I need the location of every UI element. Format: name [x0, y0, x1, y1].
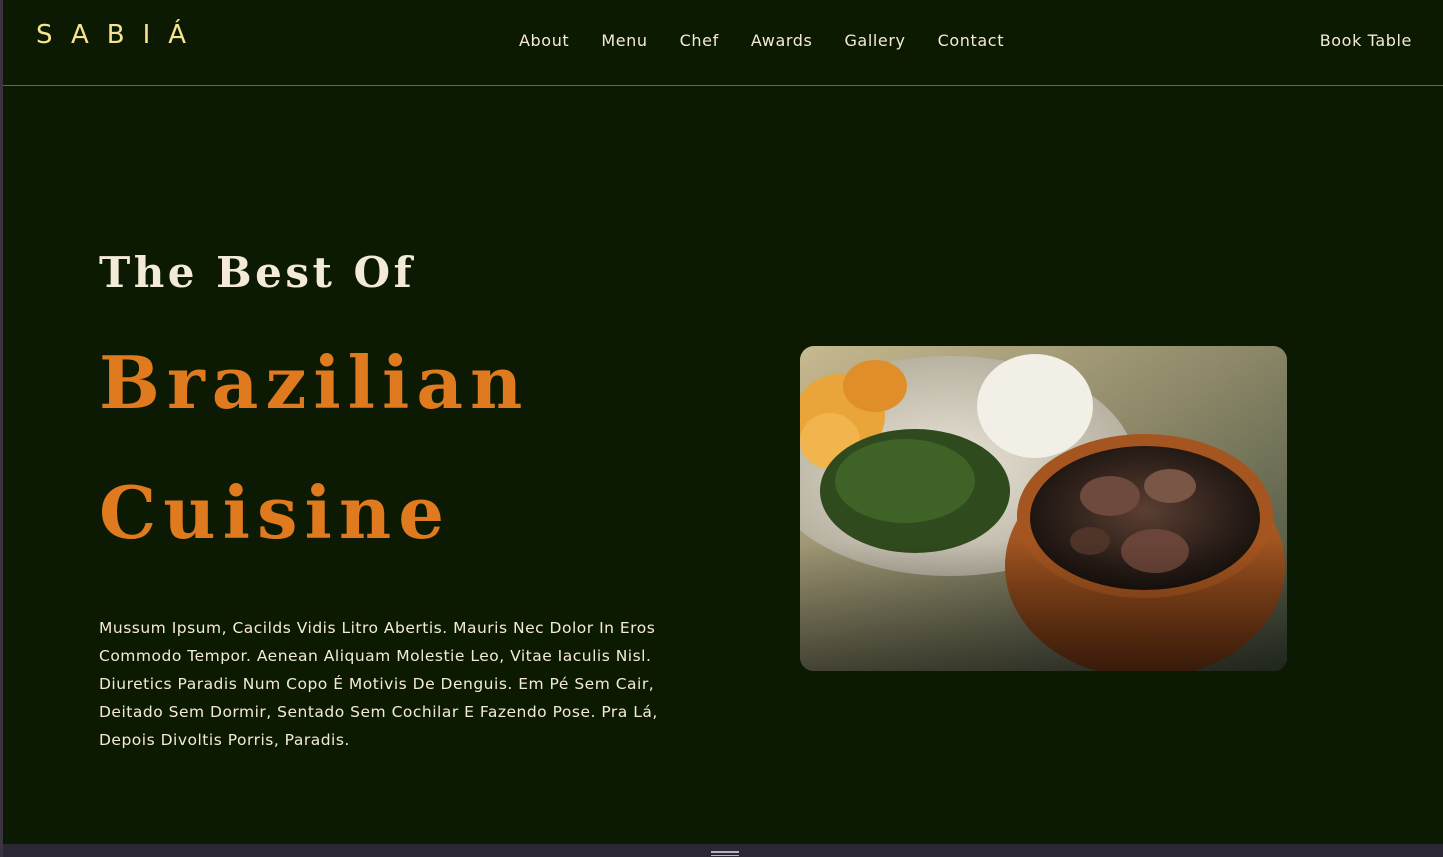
site-header: SABIÁ About Menu Chef Awards Gallery Con…: [3, 0, 1443, 86]
nav-link-contact[interactable]: Contact: [938, 31, 1004, 50]
bottom-drawer-bar[interactable]: [3, 844, 1443, 857]
nav-link-menu[interactable]: Menu: [601, 31, 647, 50]
nav-link-awards[interactable]: Awards: [751, 31, 813, 50]
brand-logo[interactable]: SABIÁ: [36, 20, 204, 50]
hero-title-line-1: Brazilian: [99, 340, 530, 425]
dish-illustration: [800, 346, 1287, 671]
hero-description: Mussum Ipsum, Cacilds Vidis Litro Aberti…: [99, 619, 658, 749]
nav-link-about[interactable]: About: [519, 31, 569, 50]
drag-handle-icon[interactable]: [711, 851, 739, 857]
main-nav: About Menu Chef Awards Gallery Contact: [503, 31, 1020, 50]
nav-link-chef[interactable]: Chef: [680, 31, 719, 50]
nav-link-gallery[interactable]: Gallery: [844, 31, 905, 50]
book-table-link[interactable]: Book Table: [1320, 31, 1412, 50]
hero-dish-image: [800, 346, 1287, 671]
hero-kicker: The Best Of: [99, 248, 416, 297]
window-left-edge: [0, 0, 3, 857]
hero-title-line-2: Cuisine: [99, 470, 452, 555]
